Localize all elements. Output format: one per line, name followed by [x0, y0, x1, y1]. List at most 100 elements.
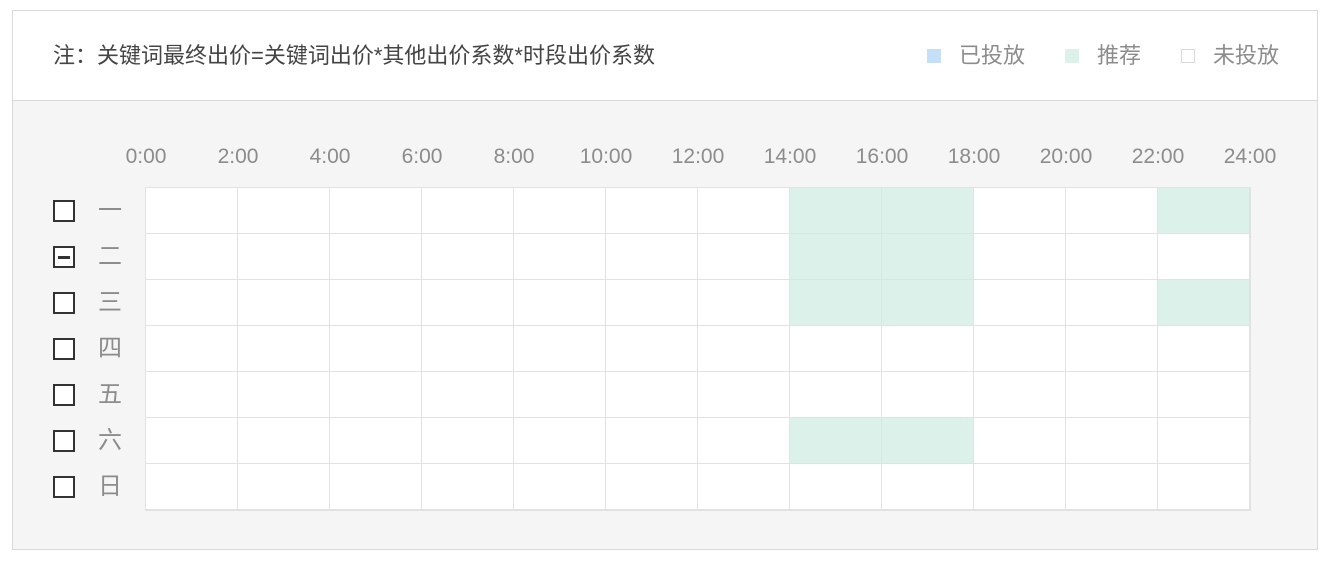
time-slot-cell[interactable] [606, 372, 698, 418]
time-slot-cell[interactable] [238, 418, 330, 464]
time-slot-cell[interactable] [974, 234, 1066, 280]
time-slot-cell[interactable] [330, 464, 422, 510]
time-slot-cell[interactable] [1158, 372, 1250, 418]
day-select-checkbox[interactable] [53, 292, 75, 314]
time-slot-cell[interactable] [790, 326, 882, 372]
time-slot-cell[interactable] [422, 188, 514, 234]
time-label: 12:00 [671, 145, 725, 168]
time-slot-cell[interactable] [606, 326, 698, 372]
time-slot-cell[interactable] [1066, 372, 1158, 418]
legend: 已投放 推荐 未投放 [887, 43, 1279, 69]
time-slot-cell[interactable] [698, 280, 790, 326]
time-slot-cell[interactable] [606, 280, 698, 326]
time-slot-cell[interactable] [974, 372, 1066, 418]
time-slot-cell[interactable] [882, 280, 974, 326]
time-slot-cell[interactable] [146, 326, 238, 372]
day-select-checkbox[interactable] [53, 246, 75, 268]
time-slot-cell[interactable] [790, 234, 882, 280]
time-slot-cell[interactable] [238, 188, 330, 234]
time-slot-cell[interactable] [422, 372, 514, 418]
day-select-checkbox[interactable] [53, 338, 75, 360]
time-slot-cell[interactable] [146, 280, 238, 326]
time-slot-cell[interactable] [514, 188, 606, 234]
time-slot-cell[interactable] [330, 188, 422, 234]
not-delivered-swatch-icon [1180, 49, 1195, 63]
time-slot-cell[interactable] [882, 326, 974, 372]
time-slot-cell[interactable] [238, 372, 330, 418]
time-slot-cell[interactable] [698, 418, 790, 464]
time-slot-cell[interactable] [330, 234, 422, 280]
time-slot-cell[interactable] [974, 280, 1066, 326]
time-slot-cell[interactable] [330, 372, 422, 418]
time-slot-cell[interactable] [514, 234, 606, 280]
time-slot-cell[interactable] [882, 464, 974, 510]
time-slot-cell[interactable] [790, 188, 882, 234]
time-slot-cell[interactable] [422, 280, 514, 326]
time-slot-cell[interactable] [422, 234, 514, 280]
time-slot-cell[interactable] [974, 326, 1066, 372]
time-slot-cell[interactable] [698, 372, 790, 418]
time-slot-cell[interactable] [882, 188, 974, 234]
time-slot-cell[interactable] [606, 234, 698, 280]
day-select-checkbox[interactable] [53, 476, 75, 498]
time-slot-cell[interactable] [974, 188, 1066, 234]
time-slot-cell[interactable] [790, 464, 882, 510]
time-slot-cell[interactable] [238, 234, 330, 280]
time-slot-cell[interactable] [422, 326, 514, 372]
time-slot-cell[interactable] [146, 464, 238, 510]
time-slot-cell[interactable] [1158, 234, 1250, 280]
time-slot-cell[interactable] [606, 418, 698, 464]
time-slot-cell[interactable] [606, 188, 698, 234]
time-slot-cell[interactable] [422, 464, 514, 510]
time-slot-cell[interactable] [1066, 188, 1158, 234]
day-select-checkbox[interactable] [53, 200, 75, 222]
time-slot-cell[interactable] [146, 188, 238, 234]
time-label: 16:00 [855, 145, 909, 168]
time-slot-cell[interactable] [1158, 418, 1250, 464]
time-slot-cell[interactable] [330, 280, 422, 326]
time-slot-cell[interactable] [790, 280, 882, 326]
time-slot-cell[interactable] [330, 326, 422, 372]
time-slot-cell[interactable] [238, 464, 330, 510]
time-slot-cell[interactable] [514, 418, 606, 464]
time-slot-cell[interactable] [974, 418, 1066, 464]
day-select-checkbox[interactable] [53, 430, 75, 452]
price-formula-note: 注：关键词最终出价=关键词出价*其他出价系数*时段出价系数 [53, 43, 655, 68]
day-row-header: 二 [53, 234, 123, 280]
time-slot-cell[interactable] [330, 418, 422, 464]
time-slot-cell[interactable] [146, 234, 238, 280]
time-slot-cell[interactable] [146, 418, 238, 464]
time-slot-cell[interactable] [1066, 326, 1158, 372]
time-slot-cell[interactable] [238, 280, 330, 326]
time-slot-cell[interactable] [698, 464, 790, 510]
time-slot-cell[interactable] [698, 188, 790, 234]
time-slot-cell[interactable] [1066, 234, 1158, 280]
time-slot-cell[interactable] [422, 418, 514, 464]
time-label: 8:00 [493, 145, 535, 168]
time-slot-cell[interactable] [790, 372, 882, 418]
time-slot-cell[interactable] [514, 372, 606, 418]
time-slot-cell[interactable] [514, 464, 606, 510]
time-slot-cell[interactable] [882, 372, 974, 418]
day-select-checkbox[interactable] [53, 384, 75, 406]
day-row-header: 六 [53, 418, 123, 464]
time-slot-cell[interactable] [146, 372, 238, 418]
time-slot-cell[interactable] [698, 234, 790, 280]
time-slot-cell[interactable] [882, 234, 974, 280]
time-slot-cell[interactable] [974, 464, 1066, 510]
time-slot-cell[interactable] [1066, 418, 1158, 464]
time-slot-cell[interactable] [1066, 464, 1158, 510]
time-slot-cell[interactable] [514, 280, 606, 326]
time-slot-cell[interactable] [514, 326, 606, 372]
time-slot-cell[interactable] [1066, 280, 1158, 326]
time-slot-cell[interactable] [882, 418, 974, 464]
time-slot-cell[interactable] [1158, 464, 1250, 510]
time-slot-cell[interactable] [1158, 280, 1250, 326]
time-slot-cell[interactable] [238, 326, 330, 372]
time-slot-cell[interactable] [790, 418, 882, 464]
delivered-swatch-icon [926, 49, 941, 63]
time-slot-cell[interactable] [606, 464, 698, 510]
time-slot-cell[interactable] [1158, 326, 1250, 372]
time-slot-cell[interactable] [1158, 188, 1250, 234]
time-slot-cell[interactable] [698, 326, 790, 372]
